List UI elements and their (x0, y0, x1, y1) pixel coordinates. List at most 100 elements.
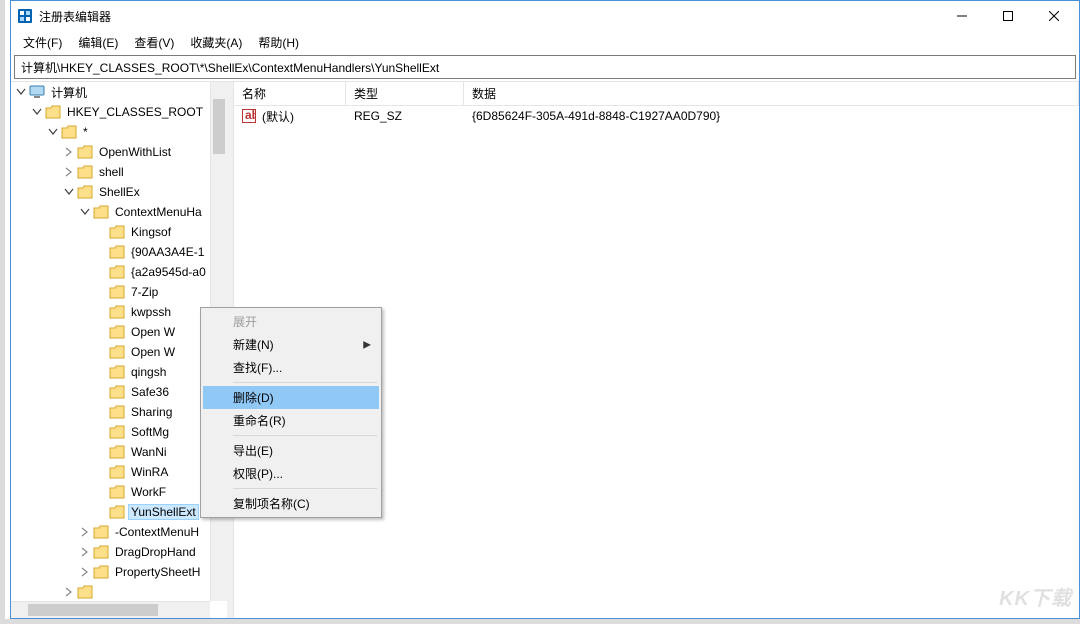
tree-label: 计算机 (48, 83, 90, 102)
menu-edit[interactable]: 编辑(E) (70, 32, 126, 53)
chevron-right-icon[interactable] (61, 147, 77, 157)
list-header: 名称 类型 数据 (234, 82, 1079, 106)
minimize-button[interactable] (939, 1, 985, 31)
tree-item-shell[interactable]: shell (11, 162, 210, 182)
tree-item[interactable]: Kingsof (11, 222, 210, 242)
tree-item[interactable]: SoftMg (11, 422, 210, 442)
ctx-permissions[interactable]: 权限(P)... (203, 462, 379, 485)
tree-label: Safe36 (128, 384, 172, 400)
tree-item-yunshellext[interactable]: YunShellExt (11, 502, 210, 522)
col-header-data[interactable]: 数据 (464, 82, 1079, 105)
tree-item[interactable]: Sharing (11, 402, 210, 422)
tree-label: HKEY_CLASSES_ROOT (64, 104, 206, 120)
tree-item[interactable]: DragDropHand (11, 542, 210, 562)
tree-label: Sharing (128, 404, 175, 420)
tree-item[interactable]: WinRA (11, 462, 210, 482)
folder-icon (93, 545, 109, 559)
chevron-right-icon[interactable] (77, 567, 93, 577)
folder-icon (61, 125, 77, 139)
tree-item[interactable]: {90AA3A4E-1 (11, 242, 210, 262)
tree-label: WinRA (128, 464, 171, 480)
menu-help[interactable]: 帮助(H) (250, 32, 307, 53)
tree-item[interactable]: {a2a9545d-a0 (11, 262, 210, 282)
maximize-button[interactable] (985, 1, 1031, 31)
tree-label: {90AA3A4E-1 (128, 244, 207, 260)
chevron-down-icon[interactable] (61, 187, 77, 197)
list-row[interactable]: ab (默认) REG_SZ {6D85624F-305A-491d-8848-… (234, 106, 1079, 126)
address-bar[interactable]: 计算机\HKEY_CLASSES_ROOT\*\ShellEx\ContextM… (14, 55, 1076, 79)
tree-item-contextmenuhandlers[interactable]: ContextMenuHa (11, 202, 210, 222)
titlebar: 注册表编辑器 (11, 1, 1079, 31)
folder-icon (45, 105, 61, 119)
menu-file[interactable]: 文件(F) (15, 32, 70, 53)
folder-icon (93, 565, 109, 579)
tree-label: SoftMg (128, 424, 172, 440)
tree-label: ContextMenuHa (112, 204, 205, 220)
folder-icon (109, 465, 125, 479)
tree-item[interactable]: qingsh (11, 362, 210, 382)
tree-label: Kingsof (128, 224, 174, 240)
folder-icon (109, 265, 125, 279)
tree-content[interactable]: 计算机 HKEY_CLASSES_ROOT * OpenWithList she… (11, 82, 210, 601)
tree-horizontal-scroll[interactable] (11, 601, 210, 618)
close-button[interactable] (1031, 1, 1077, 31)
col-header-type[interactable]: 类型 (346, 82, 464, 105)
tree-item-openwithlist[interactable]: OpenWithList (11, 142, 210, 162)
col-header-name[interactable]: 名称 (234, 82, 346, 105)
tree-item-hkcr[interactable]: HKEY_CLASSES_ROOT (11, 102, 210, 122)
tree-item[interactable]: kwpssh (11, 302, 210, 322)
menu-view[interactable]: 查看(V) (126, 32, 182, 53)
chevron-down-icon[interactable] (45, 127, 61, 137)
value-type: REG_SZ (346, 109, 464, 123)
menu-favorites[interactable]: 收藏夹(A) (182, 32, 250, 53)
chevron-down-icon[interactable] (77, 207, 93, 217)
tree-item[interactable]: Open W (11, 342, 210, 362)
tree-item-shellex[interactable]: ShellEx (11, 182, 210, 202)
value-name: (默认) (262, 108, 294, 125)
tree-pane: 计算机 HKEY_CLASSES_ROOT * OpenWithList she… (11, 82, 227, 618)
svg-text:ab: ab (245, 109, 256, 122)
context-menu: 展开 新建(N)▶ 查找(F)... 删除(D) 重命名(R) 导出(E) 权限… (200, 307, 382, 518)
ctx-new[interactable]: 新建(N)▶ (203, 333, 379, 356)
scroll-thumb[interactable] (28, 604, 158, 616)
folder-icon (109, 485, 125, 499)
ctx-export[interactable]: 导出(E) (203, 439, 379, 462)
address-text: 计算机\HKEY_CLASSES_ROOT\*\ShellEx\ContextM… (21, 59, 439, 76)
ctx-expand[interactable]: 展开 (203, 310, 379, 333)
tree-item-star[interactable]: * (11, 122, 210, 142)
chevron-right-icon[interactable] (61, 587, 77, 597)
tree-label: 7-Zip (128, 284, 161, 300)
tree-item[interactable]: WanNi (11, 442, 210, 462)
folder-icon (109, 285, 125, 299)
chevron-right-icon[interactable] (77, 547, 93, 557)
tree-item[interactable]: Open W (11, 322, 210, 342)
folder-icon (93, 525, 109, 539)
scroll-thumb[interactable] (213, 99, 225, 154)
chevron-right-icon[interactable] (77, 527, 93, 537)
tree-item[interactable]: 7-Zip (11, 282, 210, 302)
chevron-down-icon[interactable] (29, 107, 45, 117)
tree-item[interactable]: WorkF (11, 482, 210, 502)
content-area: 计算机 HKEY_CLASSES_ROOT * OpenWithList she… (11, 81, 1079, 618)
folder-icon (109, 225, 125, 239)
folder-icon (77, 185, 93, 199)
ctx-find[interactable]: 查找(F)... (203, 356, 379, 379)
ctx-copykey[interactable]: 复制项名称(C) (203, 492, 379, 515)
ctx-delete[interactable]: 删除(D) (203, 386, 379, 409)
ctx-rename[interactable]: 重命名(R) (203, 409, 379, 432)
tree-item[interactable]: PropertySheetH (11, 562, 210, 582)
folder-icon (109, 245, 125, 259)
regedit-window: 注册表编辑器 文件(F) 编辑(E) 查看(V) 收藏夹(A) 帮助(H) 计算… (10, 0, 1080, 619)
tree-root[interactable]: 计算机 (11, 82, 210, 102)
folder-icon (109, 385, 125, 399)
folder-icon (109, 405, 125, 419)
menubar: 文件(F) 编辑(E) 查看(V) 收藏夹(A) 帮助(H) (11, 31, 1079, 53)
tree-label: Open W (128, 324, 178, 340)
tree-item[interactable]: -ContextMenuH (11, 522, 210, 542)
tree-label: OpenWithList (96, 144, 174, 160)
tree-item[interactable]: Safe36 (11, 382, 210, 402)
chevron-right-icon[interactable] (61, 167, 77, 177)
tree-label: shell (96, 164, 127, 180)
chevron-down-icon[interactable] (13, 87, 29, 97)
tree-item[interactable] (11, 582, 210, 601)
